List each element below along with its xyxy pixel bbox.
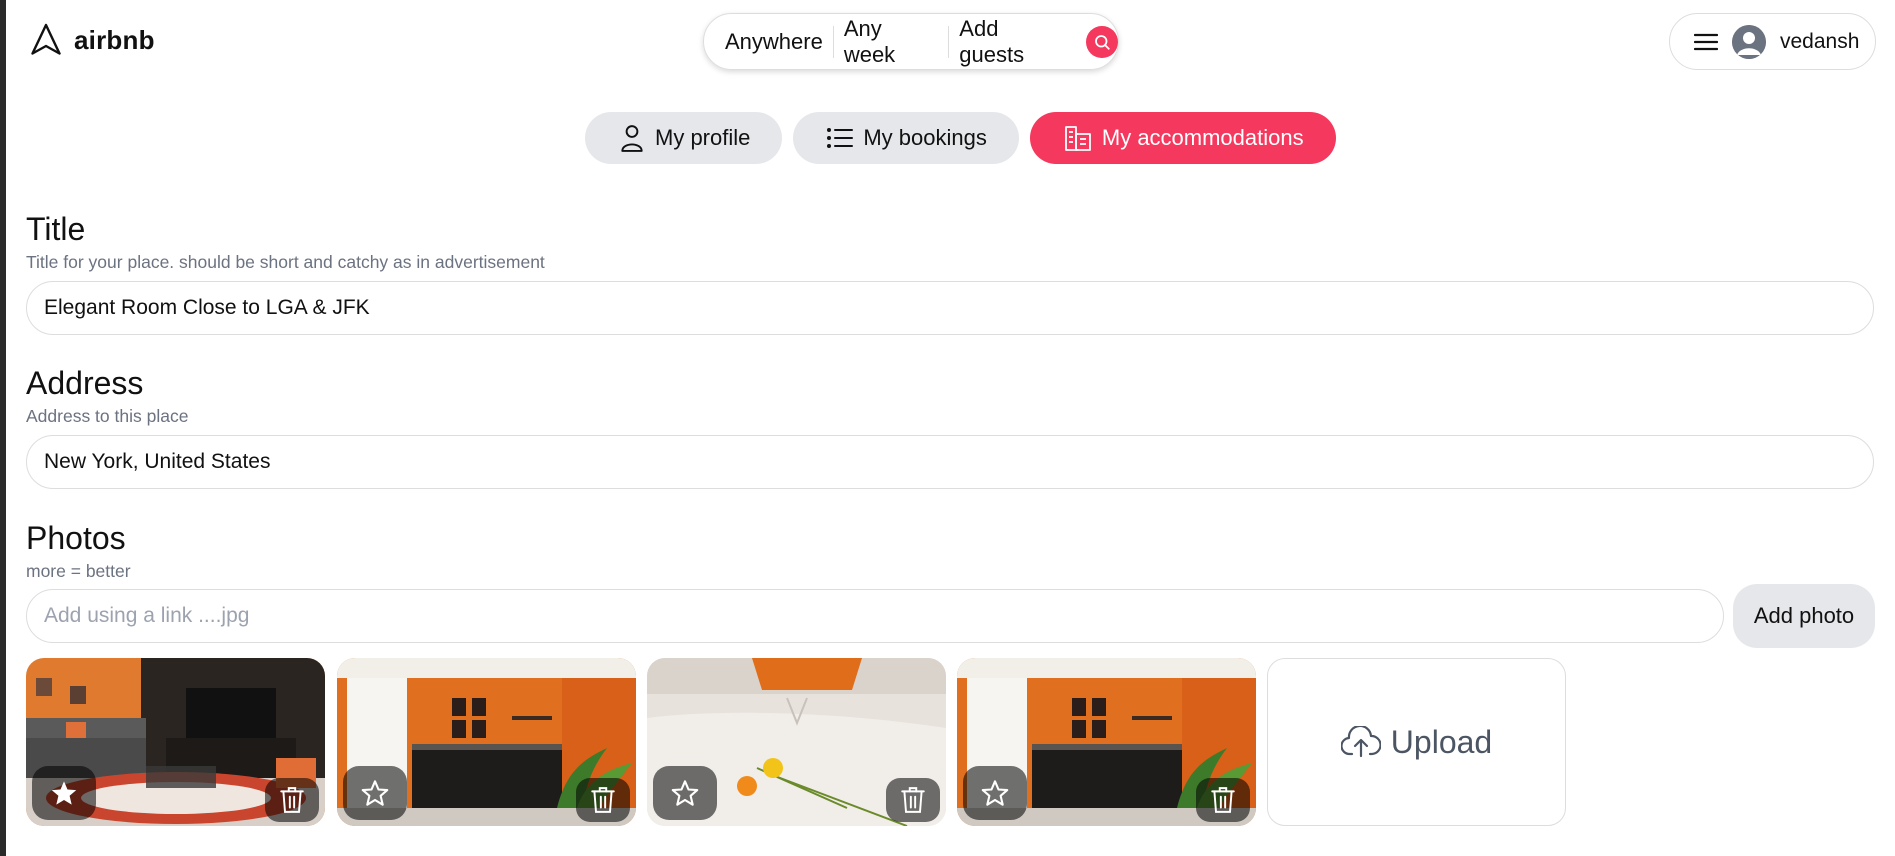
building-icon (1064, 126, 1091, 151)
title-heading: Title (26, 211, 86, 247)
title-input[interactable]: Elegant Room Close to LGA & JFK (26, 281, 1874, 335)
trash-icon (901, 787, 925, 813)
delete-photo-button[interactable] (1196, 778, 1250, 822)
star-outline-icon (361, 780, 389, 806)
set-main-photo-button[interactable] (653, 766, 717, 820)
address-help: Address to this place (26, 406, 189, 426)
set-main-photo-button[interactable] (963, 766, 1027, 820)
list-icon (827, 128, 854, 148)
star-outline-icon (671, 780, 699, 806)
search-who[interactable]: Add guests (949, 16, 1078, 68)
add-photo-button[interactable]: Add photo (1733, 584, 1875, 648)
star-outline-icon (981, 780, 1009, 806)
tab-label: My profile (655, 125, 751, 150)
user-avatar-icon (1732, 24, 1766, 59)
tab-my-bookings[interactable]: My bookings (793, 112, 1019, 164)
photos-heading: Photos (26, 520, 126, 556)
avatar (1732, 24, 1766, 59)
user-menu-button[interactable]: vedansh (1669, 13, 1876, 70)
hamburger-icon (1694, 33, 1718, 50)
delete-photo-button[interactable] (886, 778, 940, 822)
delete-photo-button[interactable] (576, 778, 630, 822)
photo-thumbnail-4[interactable] (957, 658, 1256, 826)
address-input[interactable]: New York, United States (26, 435, 1874, 489)
photos-help: more = better (26, 561, 131, 581)
photo-thumbnail-1[interactable] (26, 658, 325, 826)
trash-icon (591, 787, 615, 813)
upload-photo-button[interactable]: Upload (1267, 658, 1566, 826)
trash-icon (280, 787, 304, 813)
tab-my-accommodations[interactable]: My accommodations (1029, 112, 1336, 164)
set-main-photo-button[interactable] (343, 766, 407, 820)
search-where[interactable]: Anywhere (725, 29, 833, 55)
user-name: vedansh (1780, 29, 1860, 53)
set-main-photo-button[interactable] (32, 766, 96, 820)
photo-thumbnail-2[interactable] (337, 658, 636, 826)
logo[interactable]: airbnb (28, 22, 155, 58)
user-icon (621, 125, 643, 152)
photo-link-input[interactable]: Add using a link ....jpg (26, 589, 1724, 643)
star-filled-icon (51, 781, 77, 805)
search-when[interactable]: Any week (834, 16, 948, 68)
logo-text: airbnb (74, 24, 155, 55)
photo-thumbnail-3[interactable] (647, 658, 946, 826)
title-help: Title for your place. should be short an… (26, 252, 545, 272)
tab-my-profile[interactable]: My profile (585, 112, 783, 164)
account-tabs: My profile My bookings My accommodations (585, 112, 1336, 164)
cloud-upload-icon (1340, 726, 1381, 758)
address-heading: Address (26, 365, 144, 401)
tab-label: My accommodations (1101, 125, 1304, 150)
airbnb-logo-icon (31, 23, 61, 55)
search-button[interactable] (1086, 25, 1118, 58)
delete-photo-button[interactable] (265, 778, 319, 822)
search-icon (1095, 34, 1110, 50)
upload-label: Upload (1390, 723, 1493, 760)
window-edge (0, 0, 6, 856)
trash-icon (1211, 787, 1235, 813)
search-bar[interactable]: Anywhere Any week Add guests (703, 13, 1119, 70)
tab-label: My bookings (863, 125, 987, 150)
